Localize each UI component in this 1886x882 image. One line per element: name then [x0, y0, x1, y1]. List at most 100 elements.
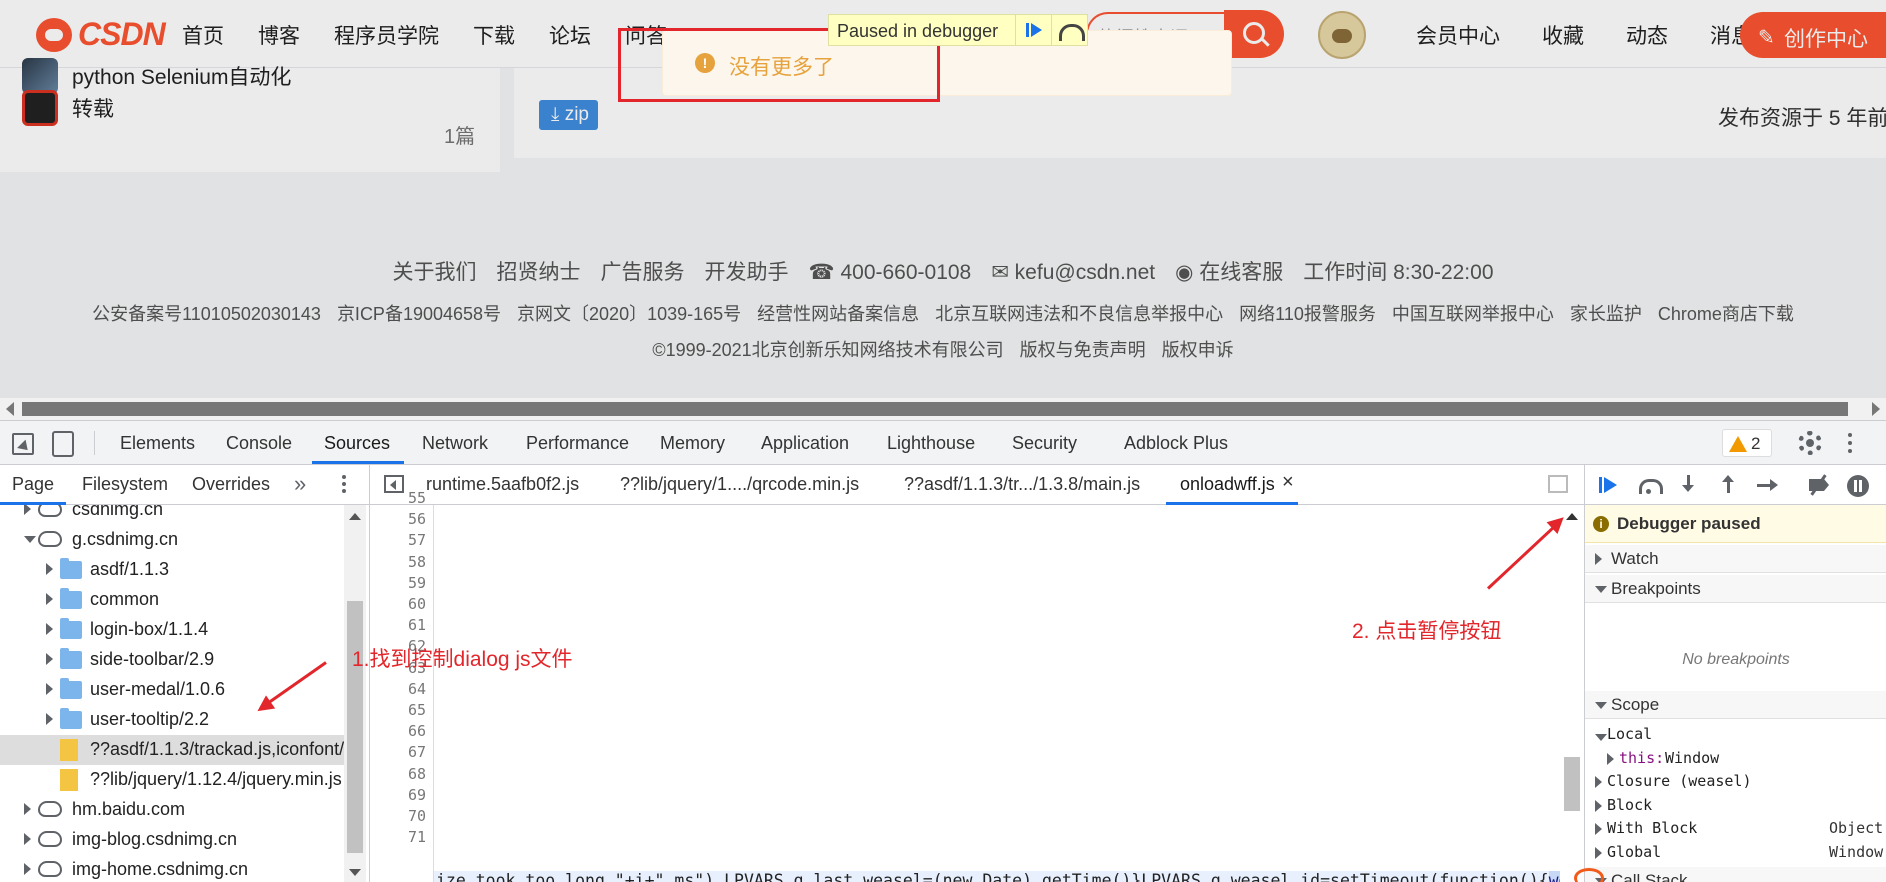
tab-network[interactable]: Network: [422, 433, 488, 454]
nav-item[interactable]: 论坛: [549, 20, 591, 50]
tab-performance[interactable]: Performance: [526, 433, 629, 454]
chevron-right-icon[interactable]: [46, 593, 53, 605]
line-number[interactable]: 65: [370, 701, 426, 719]
line-number[interactable]: 71: [370, 828, 426, 846]
create-center-button[interactable]: ✎ 创作中心: [1740, 12, 1886, 58]
nav-item[interactable]: 博客: [258, 20, 300, 50]
footer-link[interactable]: 京ICP备19004658号: [337, 304, 501, 324]
line-number[interactable]: 61: [370, 616, 426, 634]
tab-console[interactable]: Console: [226, 433, 292, 454]
chevron-right-icon[interactable]: [24, 505, 31, 515]
step-over-icon[interactable]: [1637, 475, 1663, 495]
footer-link[interactable]: 经营性网站备案信息: [757, 304, 919, 324]
chevron-right-icon[interactable]: [46, 683, 53, 695]
nav-item[interactable]: 下载: [473, 20, 515, 50]
footer-link[interactable]: 开发助手: [704, 261, 788, 284]
zip-download-button[interactable]: ⤓ zip: [539, 100, 598, 130]
section-breakpoints[interactable]: Breakpoints: [1585, 575, 1886, 603]
tab-memory[interactable]: Memory: [660, 433, 725, 454]
line-number[interactable]: 70: [370, 807, 426, 825]
nav-right-item[interactable]: 动态: [1626, 20, 1668, 50]
line-number[interactable]: 66: [370, 722, 426, 740]
resume-icon[interactable]: [1597, 475, 1621, 495]
scroll-up-icon[interactable]: [349, 513, 361, 520]
scroll-down-icon[interactable]: [349, 869, 361, 876]
tree-item[interactable]: g.csdnimg.cn: [0, 525, 344, 555]
scrollbar-thumb[interactable]: [22, 402, 1848, 416]
device-toolbar-icon[interactable]: [52, 431, 74, 457]
footer-link[interactable]: Chrome商店下载: [1658, 304, 1794, 324]
scope-item[interactable]: Global Window: [1585, 841, 1886, 865]
pause-on-exceptions-icon[interactable]: [1847, 475, 1869, 497]
more-tabs-icon[interactable]: »: [294, 471, 306, 497]
nav-item[interactable]: 程序员学院: [334, 20, 439, 50]
tab-overrides[interactable]: Overrides: [192, 474, 270, 495]
scrollbar-thumb[interactable]: [347, 601, 363, 853]
nav-right-item[interactable]: 收藏: [1542, 20, 1584, 50]
footer-link[interactable]: 关于我们: [392, 261, 476, 284]
tree-scrollbar[interactable]: [344, 505, 366, 882]
chevron-right-icon[interactable]: [46, 623, 53, 635]
chevron-right-icon[interactable]: [24, 863, 31, 875]
resume-button[interactable]: [1015, 15, 1051, 45]
warnings-badge[interactable]: 2: [1722, 429, 1772, 457]
tree-item[interactable]: user-tooltip/2.2: [0, 705, 344, 735]
footer-link[interactable]: 版权申诉: [1162, 340, 1234, 360]
tree-item[interactable]: ??asdf/1.1.3/trackad.js,iconfont/: [0, 735, 344, 765]
scope-item[interactable]: this: Window: [1585, 747, 1886, 771]
footer-link[interactable]: 版权与免责声明: [1020, 340, 1146, 360]
nav-right-item[interactable]: 会员中心: [1416, 20, 1500, 50]
chevron-right-icon[interactable]: [46, 563, 53, 575]
tab-filesystem[interactable]: Filesystem: [82, 474, 168, 495]
step-over-button[interactable]: [1051, 15, 1087, 45]
chevron-down-icon[interactable]: [24, 536, 36, 543]
search-button[interactable]: [1224, 10, 1284, 58]
chevron-right-icon[interactable]: [1607, 752, 1614, 765]
scope-item[interactable]: Closure (weasel): [1585, 770, 1886, 794]
scroll-up-icon[interactable]: [1566, 513, 1578, 520]
tree-item[interactable]: common: [0, 585, 344, 615]
section-call-stack[interactable]: Call Stack: [1585, 867, 1886, 882]
tree-item[interactable]: asdf/1.1.3: [0, 555, 344, 585]
chevron-right-icon[interactable]: [24, 833, 31, 845]
editor-tab[interactable]: runtime.5aafb0f2.js: [426, 474, 579, 495]
footer-link[interactable]: 工作时间 8:30-22:00: [1303, 261, 1493, 284]
footer-link[interactable]: ✉ kefu@csdn.net: [991, 261, 1155, 284]
footer-link[interactable]: 网络110报警服务: [1239, 304, 1376, 324]
page-horizontal-scrollbar[interactable]: [0, 398, 1886, 420]
tree-item[interactable]: ??lib/jquery/1.12.4/jquery.min.js: [0, 765, 344, 795]
tab-security[interactable]: Security: [1012, 433, 1077, 454]
line-number[interactable]: 69: [370, 786, 426, 804]
footer-link[interactable]: ©1999-2021北京创新乐知网络技术有限公司: [652, 340, 1003, 360]
step-icon[interactable]: [1757, 475, 1781, 495]
line-number[interactable]: 56: [370, 510, 426, 528]
tab-sources[interactable]: Sources: [324, 433, 390, 454]
scroll-right-icon[interactable]: [1872, 402, 1880, 416]
step-out-icon[interactable]: [1717, 475, 1741, 495]
inspect-element-icon[interactable]: [12, 433, 34, 455]
chevron-right-icon[interactable]: [46, 713, 53, 725]
footer-link[interactable]: 公安备案号11010502030143: [92, 304, 321, 324]
footer-link[interactable]: 京网文〔2020〕1039-165号: [517, 304, 741, 324]
tree-item[interactable]: user-medal/1.0.6: [0, 675, 344, 705]
editor-tab-active[interactable]: onloadwff.js: [1180, 474, 1275, 495]
footer-link[interactable]: ◉ 在线客服: [1175, 261, 1283, 284]
close-tab-icon[interactable]: ×: [1282, 471, 1294, 494]
code-line-71[interactable]: ize took too long "+i+" ms"),LPVARS.g_la…: [434, 871, 1560, 882]
code-area[interactable]: [434, 505, 1560, 882]
tree-item[interactable]: img-home.csdnimg.cn: [0, 855, 344, 882]
category-item[interactable]: python Selenium自动化: [22, 58, 291, 94]
chevron-right-icon[interactable]: [1595, 823, 1602, 835]
footer-link[interactable]: 中国互联网举报中心: [1392, 304, 1554, 324]
tree-item[interactable]: img-blog.csdnimg.cn: [0, 825, 344, 855]
tab-adblock-plus[interactable]: Adblock Plus: [1124, 433, 1228, 454]
chevron-right-icon[interactable]: [1595, 776, 1602, 788]
category-item[interactable]: 转载: [22, 90, 114, 126]
step-into-icon[interactable]: [1677, 475, 1701, 495]
scroll-left-icon[interactable]: [6, 402, 14, 416]
section-scope[interactable]: Scope: [1585, 691, 1886, 719]
line-number[interactable]: 59: [370, 574, 426, 592]
tab-elements[interactable]: Elements: [120, 433, 195, 454]
tree-item[interactable]: login-box/1.1.4: [0, 615, 344, 645]
editor-tab[interactable]: ??lib/jquery/1..../qrcode.min.js: [620, 474, 859, 495]
